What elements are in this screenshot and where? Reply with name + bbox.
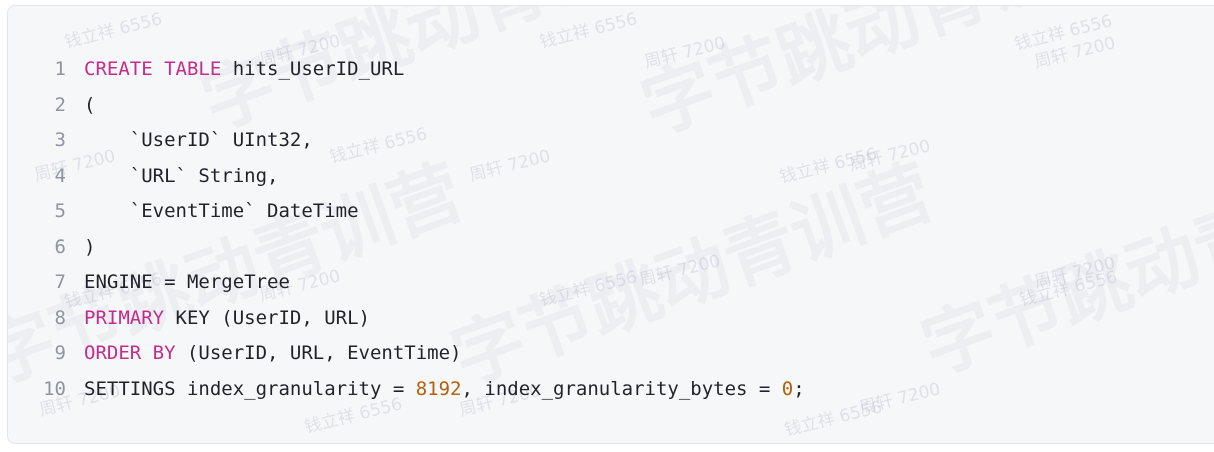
line-number: 9 (54, 342, 66, 364)
code-text: `UserID` UInt32, (84, 123, 313, 159)
line-number: 7 (54, 271, 66, 293)
code-token: `UserID` UInt32, (84, 129, 313, 151)
line-number: 6 (54, 235, 66, 258)
code-text: ENGINE = MergeTree (84, 265, 290, 301)
code-block: 字节跳动青训营 字节跳动青训营 字节跳动青训营 字节跳动青训营 字节跳动青训营 … (7, 5, 1214, 444)
code-token: SETTINGS index_granularity = (84, 377, 416, 400)
code-text: `URL` String, (84, 159, 279, 195)
watermark-text: 钱立祥 6556 (1012, 11, 1115, 55)
code-token: KEY (UserID, URL) (164, 306, 370, 329)
code-line: 6) (8, 230, 805, 266)
code-token: ENGINE = MergeTree (84, 271, 290, 293)
code-token: `URL` String, (84, 164, 279, 187)
watermark-text: 周轩 7200 (857, 379, 943, 419)
code-line: 9 ORDER BY (UserID, URL, EventTime) (8, 336, 805, 372)
watermark-text: 钱立祥 6556 (1017, 267, 1120, 311)
line-number: 3 (54, 129, 66, 151)
code-line: 4 `URL` String, (8, 159, 805, 195)
code-token: hits_UserID_URL (221, 58, 405, 80)
line-number: 4 (54, 164, 66, 187)
watermark-text: 字节跳动青训营 (911, 138, 1214, 391)
code-keyword: PRIMARY (84, 306, 165, 329)
code-keyword: CREATE TABLE (84, 58, 222, 80)
code-token: ( (84, 93, 96, 116)
line-number: 10 (43, 377, 66, 400)
code-line: 2( (8, 88, 805, 124)
code-line: 7 ENGINE = MergeTree (8, 265, 805, 301)
code-line: 10 SETTINGS index_granularity = 8192, ind… (8, 372, 805, 408)
code-token: (UserID, URL, EventTime) (175, 342, 462, 364)
watermark-text: 周轩 7200 (1032, 253, 1118, 293)
code-text: `EventTime` DateTime (84, 194, 359, 230)
code-text: CREATE TABLE hits_UserID_URL (84, 52, 404, 88)
code-token: , index_granularity_bytes = (461, 377, 782, 400)
code-text: SETTINGS index_granularity = 8192, index… (84, 372, 805, 408)
code-text: ) (84, 230, 95, 266)
line-number: 5 (54, 200, 66, 222)
code-line: 3 `UserID` UInt32, (8, 123, 805, 159)
code-line: 1 CREATE TABLE hits_UserID_URL (8, 52, 805, 88)
code-text: ORDER BY (UserID, URL, EventTime) (84, 336, 462, 372)
code-text: PRIMARY KEY (UserID, URL) (84, 301, 370, 337)
watermark-text: 周轩 7200 (847, 136, 933, 176)
code-token: ) (84, 235, 96, 258)
watermark-text: 钱立祥 6556 (537, 9, 640, 53)
code-text: ( (84, 88, 95, 124)
line-number: 8 (54, 306, 66, 329)
code-content: 1 CREATE TABLE hits_UserID_URL 2(3 `UserID… (8, 52, 805, 407)
code-number: 0 (781, 377, 794, 400)
watermark-text: 周轩 7200 (1032, 33, 1118, 73)
watermark-text: 钱立祥 6556 (62, 9, 165, 53)
code-line: 5 `EventTime` DateTime (8, 194, 805, 230)
code-keyword: ORDER BY (84, 342, 176, 364)
code-line: 8 PRIMARY KEY (UserID, URL) (8, 301, 805, 337)
code-token: ; (793, 377, 805, 400)
line-number: 2 (54, 93, 66, 116)
code-token: `EventTime` DateTime (84, 200, 359, 222)
code-number: 8192 (415, 377, 462, 400)
line-number: 1 (54, 58, 66, 80)
